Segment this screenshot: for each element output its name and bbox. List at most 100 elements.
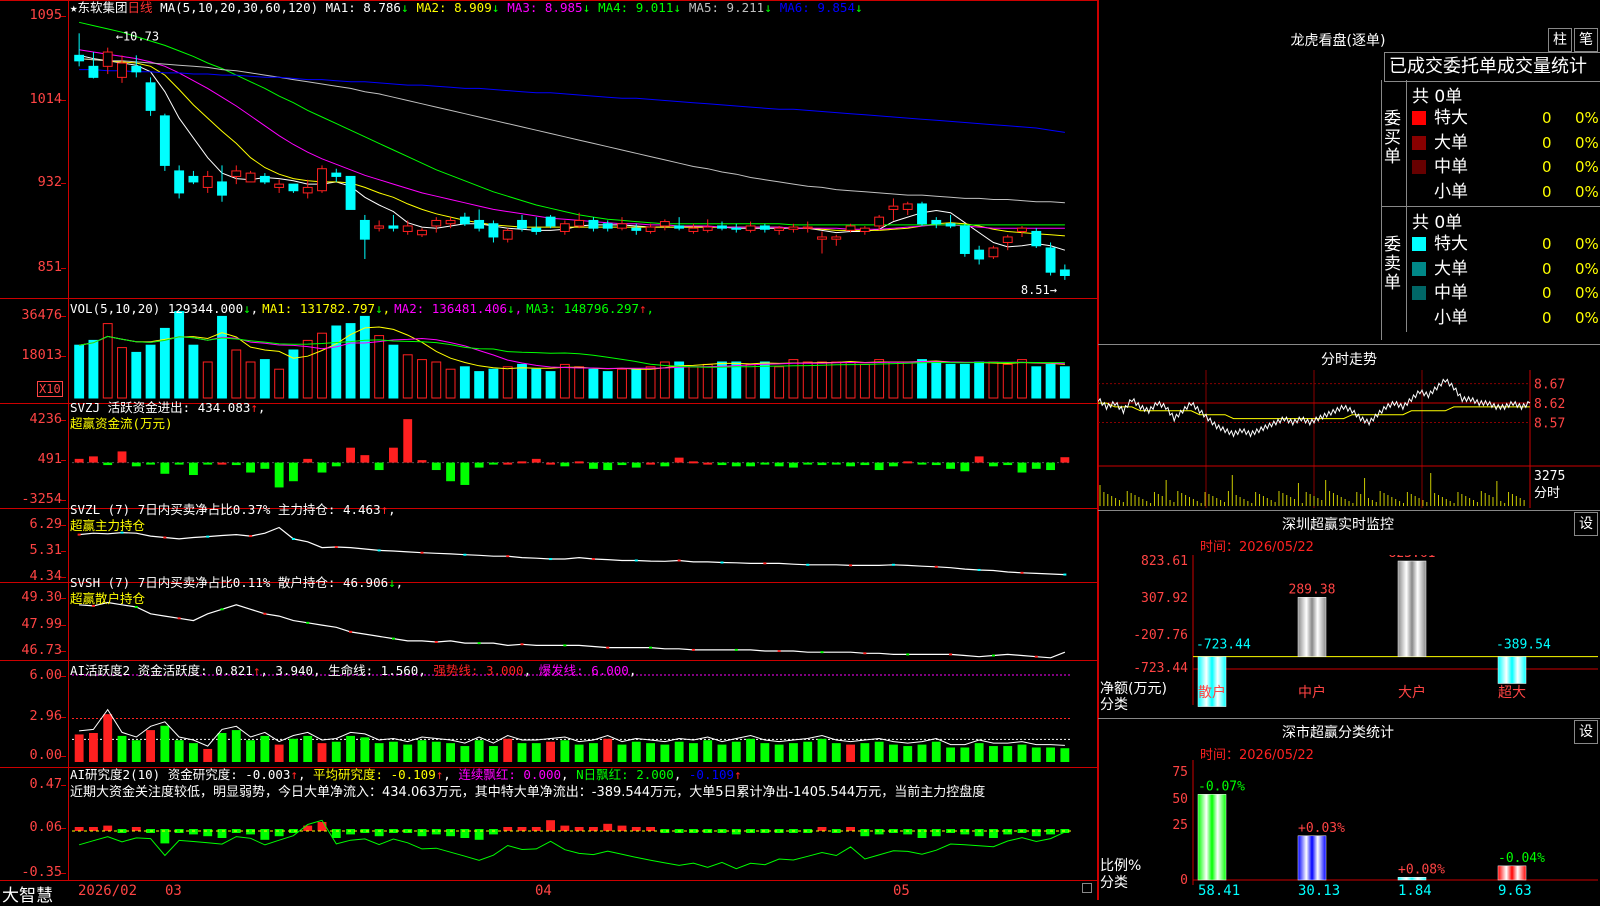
burst-line-legend: 爆发线: 6.000 xyxy=(539,663,629,678)
svzl-dot xyxy=(377,549,381,552)
sz-monitor-chart: 823.61 307.92 -207.76 -723.44 -723.44 散户 289.3… xyxy=(1133,555,1598,707)
svzj-bar xyxy=(846,462,855,467)
candle xyxy=(559,220,570,235)
svzl-dot xyxy=(1063,573,1067,576)
order-count: 0 xyxy=(1542,284,1552,302)
net-amount-label: 净额(万元) xyxy=(1100,681,1167,697)
candle-body xyxy=(131,65,142,73)
candle-body xyxy=(545,216,556,227)
order-class-name: 特大 xyxy=(1434,108,1468,128)
activity-bar xyxy=(446,743,455,762)
intraday-tick: 8.57 xyxy=(1534,416,1565,431)
volume-bar xyxy=(331,325,342,399)
svzl-dot xyxy=(720,561,724,564)
ai-activity-tick: 0.00 xyxy=(0,747,66,763)
candle-body xyxy=(117,62,127,78)
svzl-dot xyxy=(634,559,638,562)
sz-monitor-settings-button[interactable]: 设 xyxy=(1574,512,1598,536)
research-bar xyxy=(903,829,913,835)
research-bar xyxy=(574,827,584,831)
sz-monitor-time: 时间：2026/05/22 xyxy=(1200,536,1314,555)
ai-activity-arrow: ↑ xyxy=(252,663,261,678)
svzl-dot xyxy=(463,553,467,556)
research-bar xyxy=(589,827,598,831)
ai-research-last-arrow: ↑ xyxy=(734,767,742,782)
volume-bar xyxy=(145,344,156,399)
candle-body xyxy=(531,227,542,232)
candle-body xyxy=(931,219,942,225)
activity-bar xyxy=(174,740,184,762)
ai-research-value: -0.003 xyxy=(245,767,291,782)
candle-body xyxy=(188,175,199,183)
svzj-bar xyxy=(489,462,498,465)
sz-monitor-side-labels: 净额(万元) 分类 xyxy=(1100,681,1167,713)
volume-bar xyxy=(974,361,985,399)
svzj-bar xyxy=(889,462,898,467)
research-bar xyxy=(346,829,355,835)
candle-body xyxy=(417,229,427,236)
candle xyxy=(145,77,156,116)
svzj-bar xyxy=(231,462,241,466)
candle-body xyxy=(402,225,413,232)
monitor-value-label: -389.54 xyxy=(1496,638,1551,653)
svsh-tick: 47.99 xyxy=(0,616,66,632)
research-bar xyxy=(603,823,613,831)
research-bar xyxy=(517,827,527,831)
research-bar xyxy=(103,825,113,831)
order-count: 0 xyxy=(1542,133,1552,152)
order-count: 0 xyxy=(1542,109,1552,127)
research-bar xyxy=(189,829,198,835)
volume-bar xyxy=(774,366,785,399)
lock-icon[interactable] xyxy=(1082,883,1092,893)
svzl-tick: 5.31 xyxy=(0,542,66,558)
class-value-label: 1.84 xyxy=(1398,883,1432,899)
activity-bar xyxy=(360,737,370,762)
svzj-bar xyxy=(1060,457,1070,463)
activity-bar xyxy=(817,738,827,762)
intraday-chart[interactable]: 8.67 8.62 8.57 3275 分时 xyxy=(1098,370,1600,510)
svzl-dot xyxy=(249,535,253,538)
candle xyxy=(1059,264,1070,280)
svzj-bar xyxy=(389,447,398,463)
monitor-value-label: 823.61 xyxy=(1389,555,1436,561)
candle-body xyxy=(945,223,956,227)
svzj-tick: 4236 xyxy=(0,411,66,427)
order-class-name: 大单 xyxy=(1434,258,1468,279)
tick-mode-button[interactable]: 笔 xyxy=(1574,28,1598,52)
research-bar xyxy=(631,827,641,831)
activity-bar xyxy=(189,743,198,762)
sz-class-settings-button[interactable]: 设 xyxy=(1574,720,1598,744)
candle xyxy=(974,245,985,265)
sz-monitor-time-value: 2026/05/22 xyxy=(1239,540,1314,555)
candle-body xyxy=(888,205,899,210)
candle-body xyxy=(245,172,256,183)
activity-bar xyxy=(917,744,927,762)
research-bar xyxy=(246,829,255,835)
svzj-bar xyxy=(960,462,970,472)
candle xyxy=(188,170,199,185)
intraday-tick: 8.67 xyxy=(1534,378,1565,393)
svsh-dot xyxy=(991,654,995,657)
svzj-bar xyxy=(217,462,227,465)
activity-bar xyxy=(231,730,241,762)
volume-bar xyxy=(74,344,85,399)
candle-body xyxy=(788,226,799,230)
ai-comment: 近期大资金关注度较低，明显弱势，今日大单净流入：434.063万元，其中特大单净… xyxy=(70,785,986,800)
activity-bar xyxy=(960,747,970,762)
candle-body xyxy=(102,51,113,67)
candle-body xyxy=(659,221,670,227)
activity-bar xyxy=(246,740,255,762)
svsh-dot xyxy=(606,646,610,649)
candle-body xyxy=(574,219,585,227)
candle-body xyxy=(631,227,642,231)
volume-legend-item: MA3: 148796.297↑, xyxy=(526,301,654,316)
volume-bar xyxy=(102,323,113,399)
activity-bar xyxy=(789,743,798,762)
volume-bar xyxy=(802,361,813,399)
activity-bar xyxy=(589,743,598,762)
svzj-bar xyxy=(89,456,98,463)
svzj-bar xyxy=(74,458,84,463)
bar-mode-button[interactable]: 柱 xyxy=(1548,28,1572,52)
chart-area[interactable]: ★东软集团日线 MA(5,10,20,30,60,120) MA1: 8.786… xyxy=(0,0,1098,906)
candle xyxy=(245,170,256,183)
